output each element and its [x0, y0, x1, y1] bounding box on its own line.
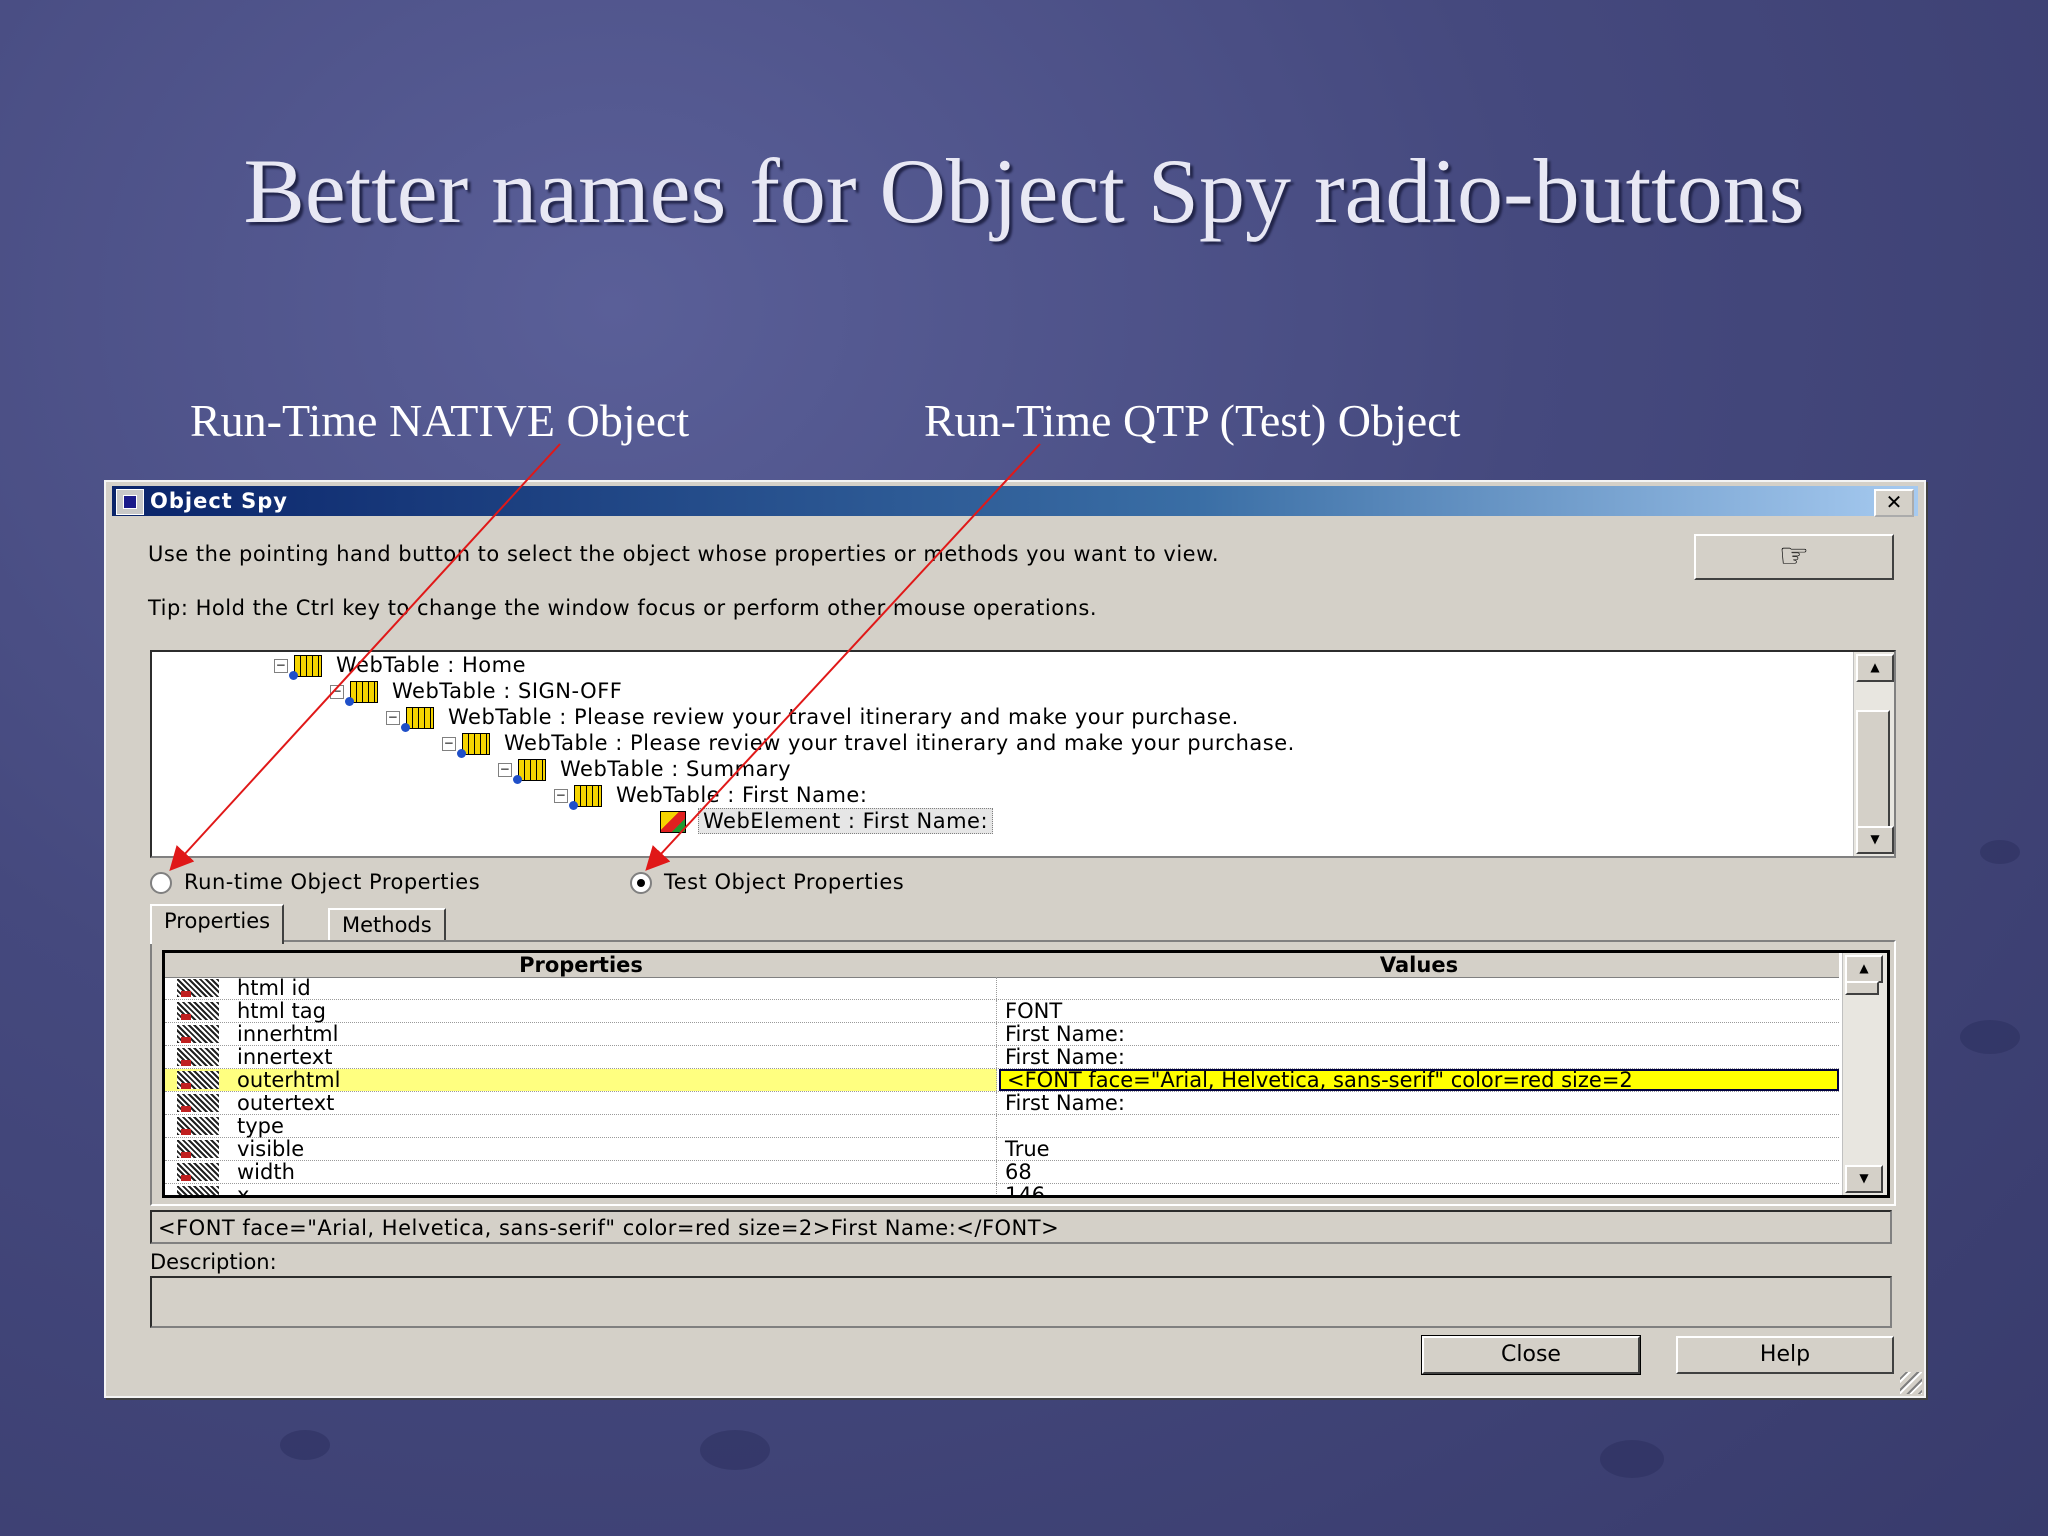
property-icon: [177, 1163, 219, 1181]
radio-test-indicator[interactable]: [630, 872, 652, 894]
object-tree[interactable]: − WebTable : Home − WebTable : SIGN-OFF − W…: [150, 650, 1896, 858]
property-icon: [177, 1094, 219, 1112]
selected-value-field[interactable]: <FONT face="Arial, Helvetica, sans-serif…: [150, 1210, 1892, 1244]
table-row[interactable]: x 146: [165, 1184, 1839, 1195]
pointing-hand-icon: ☞: [1778, 536, 1810, 576]
properties-grid[interactable]: Properties Values html id html tag FONT i…: [162, 950, 1890, 1198]
property-icon: [177, 1025, 219, 1043]
webtable-icon: [289, 655, 322, 680]
collapse-icon[interactable]: −: [498, 763, 512, 777]
radio-runtime-object[interactable]: Run-time Object Properties: [150, 870, 480, 894]
collapse-icon[interactable]: −: [274, 659, 288, 673]
caption-test-object: Run-Time QTP (Test) Object: [924, 395, 1461, 446]
tab-properties[interactable]: Properties: [150, 904, 285, 944]
tree-scrollbar[interactable]: ▲ ▼: [1853, 652, 1894, 856]
tree-node[interactable]: − WebTable : First Name:: [554, 782, 867, 810]
column-header-values[interactable]: Values: [999, 953, 1839, 977]
background-dot: [1960, 1020, 2020, 1054]
window-titlebar[interactable]: Object Spy ✕: [112, 486, 1918, 517]
tree-node-selected[interactable]: WebElement : First Name:: [660, 808, 994, 834]
tree-node[interactable]: − WebTable : Home: [274, 652, 526, 680]
webelement-icon: [660, 811, 686, 833]
property-icon: [177, 1002, 219, 1020]
tree-node[interactable]: − WebTable : Summary: [498, 756, 791, 784]
table-row-selected[interactable]: outerhtml <FONT face="Arial, Helvetica, s…: [165, 1069, 1839, 1092]
tab-methods[interactable]: Methods: [328, 908, 446, 942]
webtable-icon: [457, 733, 490, 758]
scroll-down-arrow-icon[interactable]: ▼: [1845, 1165, 1883, 1193]
slide-title: Better names for Object Spy radio-button…: [243, 140, 1805, 242]
background-dot: [280, 1430, 330, 1460]
webtable-icon: [569, 785, 602, 810]
table-row[interactable]: innertext First Name:: [165, 1046, 1839, 1069]
grid-scrollbar[interactable]: ▲ ▼: [1842, 953, 1887, 1195]
collapse-icon[interactable]: −: [442, 737, 456, 751]
background-dot: [1980, 840, 2020, 864]
table-row[interactable]: html tag FONT: [165, 1000, 1839, 1023]
table-row[interactable]: outertext First Name:: [165, 1092, 1839, 1115]
webtable-icon: [401, 707, 434, 732]
table-row[interactable]: html id: [165, 977, 1839, 1000]
table-row[interactable]: innerhtml First Name:: [165, 1023, 1839, 1046]
collapse-icon[interactable]: −: [554, 789, 568, 803]
property-icon: [177, 1186, 219, 1195]
tree-node[interactable]: − WebTable : Please review your travel it…: [386, 704, 1239, 732]
property-icon: [177, 979, 219, 997]
instruction-text: Use the pointing hand button to select t…: [148, 542, 1220, 566]
scroll-up-arrow-icon[interactable]: ▲: [1856, 654, 1894, 682]
property-icon: [177, 1117, 219, 1135]
webtable-icon: [513, 759, 546, 784]
object-spy-window: Object Spy ✕ Use the pointing hand butto…: [104, 480, 1926, 1398]
object-spy-app-icon: [116, 489, 144, 515]
background-dot: [700, 1430, 770, 1470]
property-icon: [177, 1048, 219, 1066]
table-row[interactable]: width 68: [165, 1161, 1839, 1184]
table-row[interactable]: type: [165, 1115, 1839, 1138]
radio-runtime-indicator[interactable]: [150, 872, 172, 894]
description-field[interactable]: [150, 1276, 1892, 1328]
collapse-icon[interactable]: −: [330, 685, 344, 699]
radio-test-object[interactable]: Test Object Properties: [630, 870, 904, 894]
close-button[interactable]: Close: [1421, 1335, 1641, 1375]
scroll-up-arrow-icon[interactable]: ▲: [1845, 955, 1883, 983]
properties-panel: Properties Values html id html tag FONT i…: [150, 940, 1896, 1206]
help-button[interactable]: Help: [1676, 1336, 1894, 1374]
background-dot: [1600, 1440, 1664, 1478]
pointing-hand-button[interactable]: ☞: [1694, 534, 1894, 580]
table-row[interactable]: visible True: [165, 1138, 1839, 1161]
resize-grip-icon[interactable]: [1900, 1372, 1922, 1394]
scroll-thumb[interactable]: [1845, 981, 1879, 995]
description-label: Description:: [150, 1250, 277, 1274]
window-title: Object Spy: [150, 489, 288, 513]
scroll-down-arrow-icon[interactable]: ▼: [1856, 826, 1894, 854]
tip-text: Tip: Hold the Ctrl key to change the win…: [148, 596, 1097, 620]
property-icon: [177, 1140, 219, 1158]
caption-native-object: Run-Time NATIVE Object: [190, 395, 690, 446]
grid-header: Properties Values: [165, 953, 1839, 978]
tree-node[interactable]: − WebTable : Please review your travel it…: [442, 730, 1295, 758]
property-icon: [177, 1071, 219, 1089]
close-window-button[interactable]: ✕: [1874, 489, 1914, 517]
collapse-icon[interactable]: −: [386, 711, 400, 725]
tree-node[interactable]: − WebTable : SIGN-OFF: [330, 678, 622, 706]
webtable-icon: [345, 681, 378, 706]
column-header-properties[interactable]: Properties: [165, 953, 997, 977]
scroll-thumb[interactable]: [1856, 710, 1890, 830]
